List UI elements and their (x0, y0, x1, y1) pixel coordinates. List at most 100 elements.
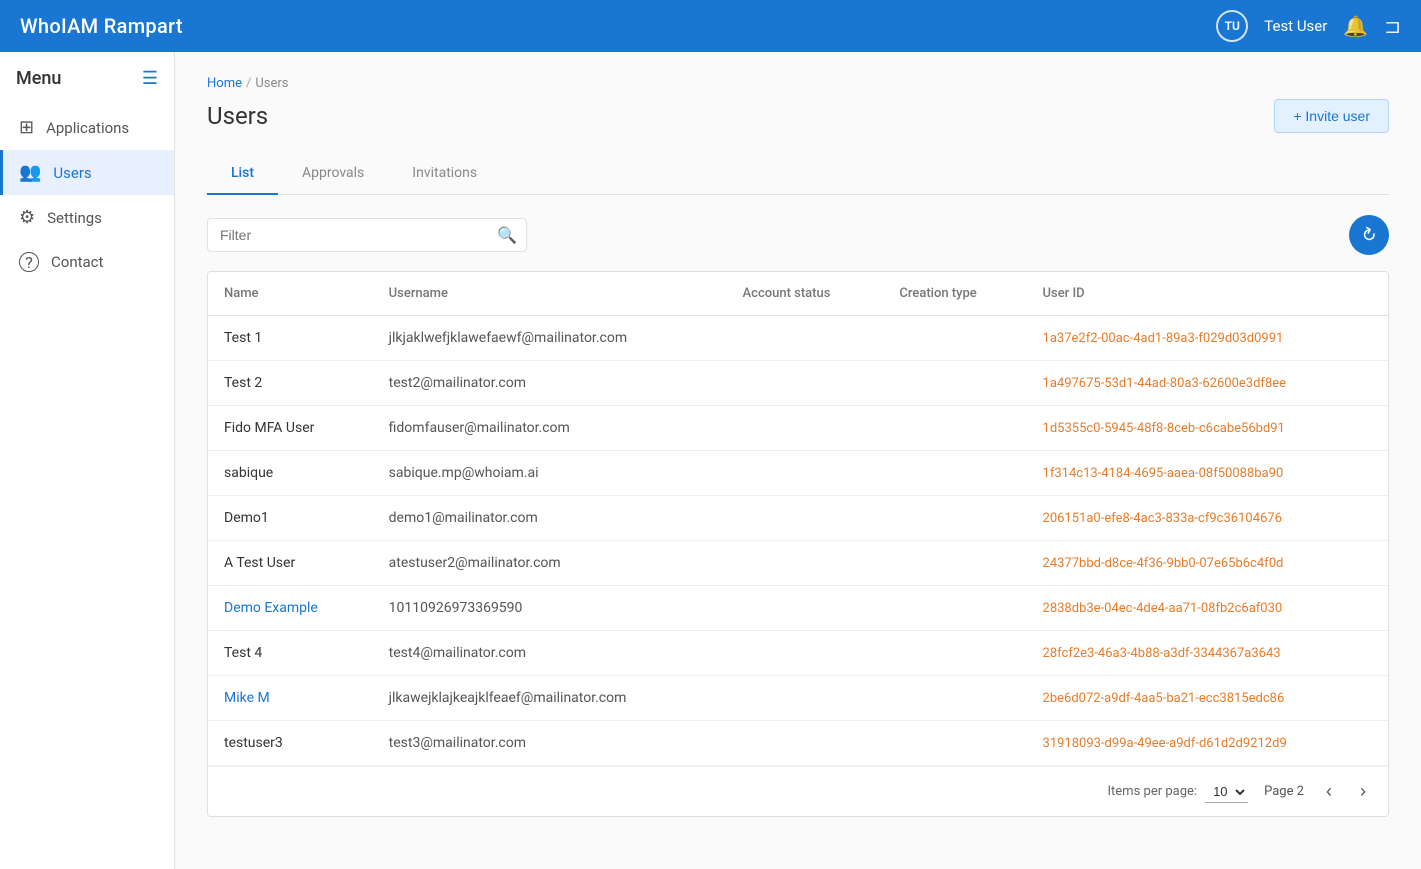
table-row[interactable]: Test 1 jlkjaklwefjklawefaewf@mailinator.… (208, 316, 1388, 361)
items-per-page: Items per page: 10 25 50 (1108, 781, 1249, 803)
logout-icon[interactable]: ⊐ (1384, 14, 1401, 38)
tab-list[interactable]: List (207, 153, 278, 195)
cell-account-status (727, 586, 884, 631)
cell-user-id: 1a497675-53d1-44ad-80a3-62600e3df8ee (1027, 361, 1388, 406)
contact-icon: ? (19, 252, 39, 272)
cell-username: 10110926973369590 (373, 586, 727, 631)
cell-creation-type (883, 316, 1026, 361)
cell-user-id: 2838db3e-04ec-4de4-aa71-08fb2c6af030 (1027, 586, 1388, 631)
col-creation-type: Creation type (883, 272, 1026, 316)
cell-username: fidomfauser@mailinator.com (373, 406, 727, 451)
table-header-row: Name Username Account status Creation ty… (208, 272, 1388, 316)
cell-account-status (727, 361, 884, 406)
cell-account-status (727, 676, 884, 721)
cell-user-id: 28fcf2e3-46a3-4b88-a3df-3344367a3643 (1027, 631, 1388, 676)
breadcrumb-home[interactable]: Home (207, 76, 242, 91)
cell-name: Fido MFA User (208, 406, 373, 451)
table-row[interactable]: sabique sabique.mp@whoiam.ai 1f314c13-41… (208, 451, 1388, 496)
table-row[interactable]: Mike M jlkawejklajkeajklfeaef@mailinator… (208, 676, 1388, 721)
invite-user-button[interactable]: + Invite user (1274, 99, 1389, 133)
sidebar-item-users[interactable]: 👥 Users (0, 150, 174, 195)
table-row[interactable]: Test 4 test4@mailinator.com 28fcf2e3-46a… (208, 631, 1388, 676)
items-per-page-select[interactable]: 10 25 50 (1205, 781, 1248, 803)
sidebar-item-applications[interactable]: ⊞ Applications (0, 105, 174, 150)
cell-user-id: 206151a0-efe8-4ac3-833a-cf9c36104676 (1027, 496, 1388, 541)
breadcrumb-current: Users (255, 76, 288, 91)
cell-account-status (727, 451, 884, 496)
sidebar-item-settings-label: Settings (47, 209, 102, 227)
cell-account-status (727, 631, 884, 676)
refresh-icon: ↻ (1357, 222, 1381, 248)
cell-name: Test 1 (208, 316, 373, 361)
cell-name: A Test User (208, 541, 373, 586)
cell-username: sabique.mp@whoiam.ai (373, 451, 727, 496)
menu-toggle-icon[interactable]: ☰ (142, 68, 158, 89)
tab-approvals[interactable]: Approvals (278, 153, 388, 195)
sidebar: Menu ☰ ⊞ Applications 👥 Users ⚙ Settings… (0, 52, 175, 869)
pagination: Items per page: 10 25 50 Page 2 ‹ › (208, 766, 1388, 816)
cell-account-status (727, 541, 884, 586)
cell-username: demo1@mailinator.com (373, 496, 727, 541)
cell-username: jlkjaklwefjklawefaewf@mailinator.com (373, 316, 727, 361)
cell-user-id: 1f314c13-4184-4695-aaea-08f50088ba90 (1027, 451, 1388, 496)
breadcrumb: Home / Users (207, 76, 1389, 91)
filter-bar: 🔍 ↻ (207, 215, 1389, 255)
col-user-id: User ID (1027, 272, 1388, 316)
main-content: Home / Users Users + Invite user List Ap… (175, 52, 1421, 869)
cell-name: Mike M (208, 676, 373, 721)
cell-username: test4@mailinator.com (373, 631, 727, 676)
cell-user-id: 1a37e2f2-00ac-4ad1-89a3-f029d03d0991 (1027, 316, 1388, 361)
refresh-button[interactable]: ↻ (1349, 215, 1389, 255)
cell-creation-type (883, 721, 1026, 766)
filter-input[interactable] (207, 218, 527, 252)
cell-creation-type (883, 451, 1026, 496)
settings-icon: ⚙ (19, 207, 35, 228)
cell-username: jlkawejklajkeajklfeaef@mailinator.com (373, 676, 727, 721)
table-row[interactable]: Fido MFA User fidomfauser@mailinator.com… (208, 406, 1388, 451)
page-indicator: Page 2 (1264, 784, 1304, 799)
sidebar-item-contact[interactable]: ? Contact (0, 240, 174, 284)
layout: Menu ☰ ⊞ Applications 👥 Users ⚙ Settings… (0, 52, 1421, 869)
pagination-next-button[interactable]: › (1354, 779, 1372, 804)
cell-creation-type (883, 496, 1026, 541)
breadcrumb-separator: / (246, 76, 251, 91)
filter-input-wrap: 🔍 (207, 218, 527, 252)
table-row[interactable]: Demo Example 10110926973369590 2838db3e-… (208, 586, 1388, 631)
cell-user-id: 2be6d072-a9df-4aa5-ba21-ecc3815edc86 (1027, 676, 1388, 721)
user-avatar: TU (1216, 10, 1248, 42)
cell-creation-type (883, 676, 1026, 721)
cell-creation-type (883, 361, 1026, 406)
applications-icon: ⊞ (19, 117, 34, 138)
cell-name: Test 4 (208, 631, 373, 676)
app-title: WhoIAM Rampart (20, 14, 183, 38)
pagination-prev-button[interactable]: ‹ (1320, 779, 1338, 804)
search-icon: 🔍 (497, 226, 517, 245)
sidebar-item-applications-label: Applications (46, 119, 129, 137)
table-row[interactable]: Demo1 demo1@mailinator.com 206151a0-efe8… (208, 496, 1388, 541)
cell-user-id: 24377bbd-d8ce-4f36-9bb0-07e65b6c4f0d (1027, 541, 1388, 586)
cell-name: testuser3 (208, 721, 373, 766)
tab-invitations[interactable]: Invitations (388, 153, 501, 195)
items-per-page-label: Items per page: (1108, 784, 1198, 799)
cell-username: test2@mailinator.com (373, 361, 727, 406)
cell-creation-type (883, 631, 1026, 676)
sidebar-item-contact-label: Contact (51, 253, 103, 271)
table-row[interactable]: Test 2 test2@mailinator.com 1a497675-53d… (208, 361, 1388, 406)
cell-user-id: 31918093-d99a-49ee-a9df-d61d2d9212d9 (1027, 721, 1388, 766)
users-table: Name Username Account status Creation ty… (207, 271, 1389, 817)
cell-name: Test 2 (208, 361, 373, 406)
cell-name: Demo Example (208, 586, 373, 631)
col-account-status: Account status (727, 272, 884, 316)
page-title: Users (207, 102, 268, 130)
cell-name: sabique (208, 451, 373, 496)
cell-name: Demo1 (208, 496, 373, 541)
sidebar-item-settings[interactable]: ⚙ Settings (0, 195, 174, 240)
topbar-right: TU Test User 🔔 ⊐ (1216, 10, 1401, 42)
cell-account-status (727, 406, 884, 451)
notification-icon[interactable]: 🔔 (1343, 14, 1368, 38)
table-row[interactable]: A Test User atestuser2@mailinator.com 24… (208, 541, 1388, 586)
topbar: WhoIAM Rampart TU Test User 🔔 ⊐ (0, 0, 1421, 52)
col-username: Username (373, 272, 727, 316)
table-row[interactable]: testuser3 test3@mailinator.com 31918093-… (208, 721, 1388, 766)
sidebar-header: Menu ☰ (0, 68, 174, 105)
